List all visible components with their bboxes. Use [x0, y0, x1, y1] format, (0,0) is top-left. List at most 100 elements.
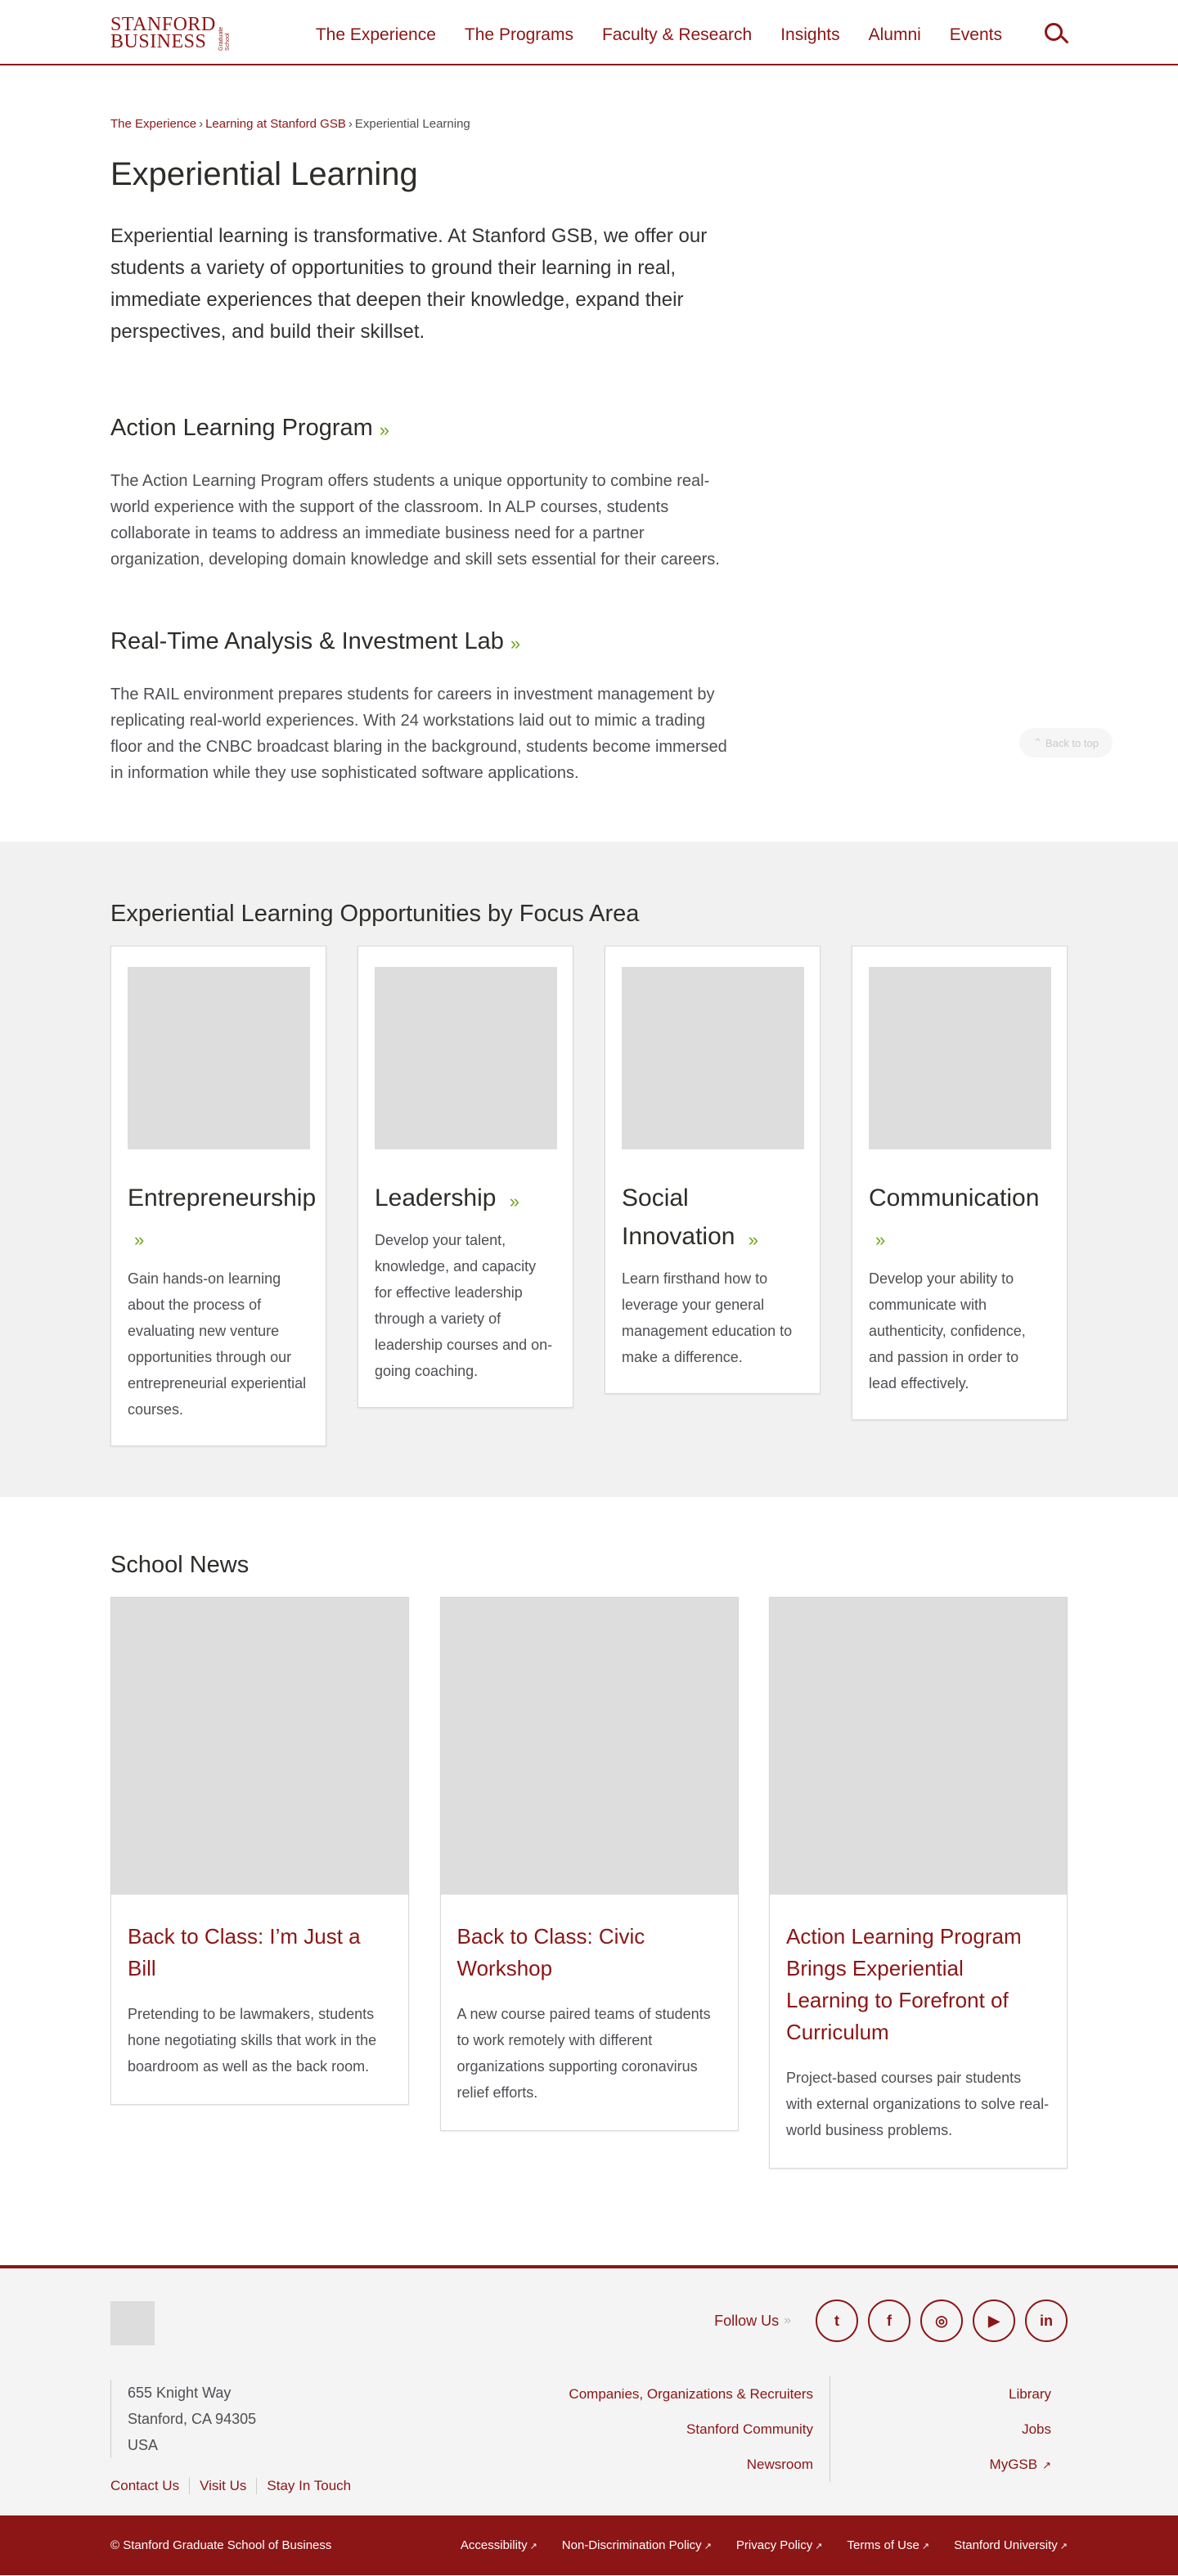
- site-footer: Follow Us » t f ◎ ▶ in 655 Knight Way St…: [0, 2265, 1178, 2515]
- card-title[interactable]: Social Innovation »: [622, 1179, 803, 1257]
- focus-area-section: Experiential Learning Opportunities by F…: [0, 842, 1178, 1497]
- card-title[interactable]: Communication »: [869, 1179, 1050, 1257]
- legal-link-non-discrimination[interactable]: Non-Discrimination Policy ↗: [562, 2538, 712, 2552]
- section-title: Real-Time Analysis & Investment Lab: [110, 628, 504, 654]
- footer-link-visit-us[interactable]: Visit Us: [189, 2478, 256, 2494]
- external-link-icon: ↗: [529, 2542, 537, 2551]
- focus-card-communication[interactable]: Communication » Develop your ability to …: [852, 946, 1068, 1420]
- news-summary: A new course paired teams of students to…: [456, 2006, 711, 2101]
- youtube-icon[interactable]: ▶: [973, 2300, 1015, 2342]
- card-title-text: Social Innovation: [622, 1185, 735, 1250]
- legal-link-terms-of-use[interactable]: Terms of Use ↗: [847, 2538, 929, 2552]
- follow-us-label: Follow Us: [714, 2312, 780, 2329]
- main-content: The Experience › Learning at Stanford GSB ›…: [0, 65, 1178, 786]
- section-heading-rail[interactable]: Real-Time Analysis & Investment Lab »: [110, 628, 1068, 655]
- page-lead: Experiential learning is transformative.…: [110, 225, 708, 343]
- bottom-bar: © Stanford Graduate School of Business A…: [0, 2515, 1178, 2575]
- legal-link-label: Accessibility: [460, 2538, 528, 2552]
- section-heading-action-learning[interactable]: Action Learning Program »: [110, 415, 1068, 442]
- breadcrumb: The Experience › Learning at Stanford GSB ›…: [110, 65, 1068, 131]
- nav-faculty-research[interactable]: Faculty & Research: [602, 25, 752, 45]
- news-image-placeholder: [770, 1598, 1067, 1895]
- news-card[interactable]: Back to Class: I’m Just a Bill Pretendin…: [110, 1597, 409, 2105]
- address-line: USA: [128, 2437, 159, 2453]
- address-line: Stanford, CA 94305: [128, 2411, 257, 2427]
- stanford-gsb-logo[interactable]: STANFORD BUSINESS Graduate School: [110, 15, 232, 52]
- focus-card-entrepreneurship[interactable]: Entrepreneurship » Gain hands-on learnin…: [110, 946, 326, 1446]
- legal-link-label: Privacy Policy: [735, 2538, 813, 2552]
- card-title[interactable]: Entrepreneurship »: [128, 1179, 316, 1257]
- focus-cards: Entrepreneurship » Gain hands-on learnin…: [110, 946, 1068, 1446]
- breadcrumb-the-experience[interactable]: The Experience: [110, 117, 196, 131]
- footer-link-stay-in-touch[interactable]: Stay In Touch: [256, 2478, 361, 2494]
- card-title-text: Communication: [869, 1185, 1040, 1212]
- nav-insights[interactable]: Insights: [780, 25, 839, 45]
- breadcrumb-learning-at-stanford-gsb[interactable]: Learning at Stanford GSB: [205, 117, 346, 131]
- instagram-icon[interactable]: ◎: [920, 2300, 963, 2342]
- news-summary: Project-based courses pair students with…: [786, 2070, 1050, 2138]
- legal-link-label: Non-Discrimination Policy: [561, 2538, 702, 2552]
- external-link-icon: ↗: [1059, 2542, 1068, 2551]
- nav-events[interactable]: Events: [950, 25, 1002, 45]
- footer-link-contact-us[interactable]: Contact Us: [110, 2478, 189, 2494]
- linkedin-icon[interactable]: in: [1025, 2300, 1068, 2342]
- focus-card-leadership[interactable]: Leadership » Develop your talent, knowle…: [357, 946, 573, 1408]
- chevron-right-icon: »: [134, 1230, 145, 1250]
- back-to-top-button[interactable]: ⌃ Back to top: [1019, 728, 1113, 758]
- external-link-icon: ↗: [815, 2542, 823, 2551]
- footer-link-companies[interactable]: Companies, Organizations & Recruiters: [569, 2386, 813, 2402]
- news-title-link[interactable]: Back to Class: Civic Workshop: [457, 1921, 722, 1985]
- footer-address: 655 Knight Way Stanford, CA 94305 USA: [110, 2380, 256, 2458]
- breadcrumb-separator: ›: [199, 117, 204, 131]
- news-image-placeholder: [111, 1598, 408, 1895]
- nav-the-experience[interactable]: The Experience: [316, 25, 436, 45]
- nav-the-programs[interactable]: The Programs: [465, 25, 573, 45]
- news-image-placeholder: [440, 1598, 738, 1895]
- facebook-icon[interactable]: f: [868, 2300, 910, 2342]
- news-summary: Pretending to be lawmakers, students hon…: [128, 2006, 377, 2075]
- news-title-link[interactable]: Action Learning Program Brings Experient…: [786, 1921, 1050, 2048]
- legal-link-privacy-policy[interactable]: Privacy Policy ↗: [736, 2538, 823, 2552]
- footer-link-mygsb[interactable]: MyGSB ↗: [990, 2457, 1051, 2472]
- card-text: Learn firsthand how to leverage your gen…: [622, 1270, 793, 1365]
- site-header: STANFORD BUSINESS Graduate School The Ex…: [0, 0, 1178, 65]
- chevron-up-icon: ⌃: [1033, 736, 1042, 749]
- news-card[interactable]: Back to Class: Civic Workshop A new cour…: [439, 1597, 739, 2131]
- footer-link-library[interactable]: Library: [1009, 2386, 1051, 2402]
- logo-wordmark: STANFORD BUSINESS: [110, 15, 216, 52]
- footer-link-jobs[interactable]: Jobs: [1022, 2421, 1051, 2437]
- chevron-right-icon: »: [784, 2313, 791, 2327]
- footer-link-mygsb-label: MyGSB: [989, 2457, 1038, 2472]
- address-line: 655 Knight Way: [128, 2385, 232, 2401]
- footer-link-stanford-community[interactable]: Stanford Community: [686, 2421, 813, 2437]
- focus-card-social-innovation[interactable]: Social Innovation » Learn firsthand how …: [605, 946, 821, 1394]
- footer-links-column-1: Companies, Organizations & Recruiters St…: [569, 2376, 830, 2482]
- chevron-right-icon: »: [509, 1191, 520, 1212]
- card-image-placeholder: [622, 967, 804, 1149]
- card-image-placeholder: [375, 967, 557, 1149]
- focus-area-title: Experiential Learning Opportunities by F…: [110, 901, 640, 927]
- page-title: Experiential Learning: [110, 156, 418, 192]
- news-card[interactable]: Action Learning Program Brings Experient…: [769, 1597, 1068, 2169]
- footer-links-column-2: Library Jobs MyGSB ↗: [990, 2376, 1051, 2483]
- footer-contact-links: Contact Us Visit Us Stay In Touch: [110, 2478, 361, 2494]
- breadcrumb-current: Experiential Learning: [354, 117, 470, 131]
- legal-link-accessibility[interactable]: Accessibility ↗: [461, 2538, 537, 2552]
- search-icon[interactable]: [1043, 23, 1069, 47]
- card-title[interactable]: Leadership »: [375, 1179, 556, 1219]
- external-link-icon: ↗: [704, 2542, 712, 2551]
- footer-link-newsroom[interactable]: Newsroom: [747, 2457, 813, 2472]
- legal-link-stanford-university[interactable]: Stanford University ↗: [954, 2538, 1068, 2552]
- nav-alumni[interactable]: Alumni: [869, 25, 921, 45]
- legal-links: Accessibility ↗ Non-Discrimination Policy…: [436, 2538, 1068, 2552]
- school-news-section: School News Back to Class: I’m Just a Bi…: [0, 1497, 1178, 2265]
- footer-logo-placeholder[interactable]: [110, 2301, 155, 2345]
- twitter-icon[interactable]: t: [816, 2300, 858, 2342]
- copyright: © Stanford Graduate School of Business: [110, 2538, 332, 2552]
- section-title: Action Learning Program: [110, 415, 373, 441]
- chevron-right-icon: »: [748, 1230, 759, 1250]
- chevron-right-icon: »: [875, 1230, 886, 1250]
- legal-link-label: Terms of Use: [847, 2538, 919, 2552]
- news-title-link[interactable]: Back to Class: I’m Just a Bill: [128, 1921, 392, 1985]
- logo-side-text: Graduate School: [218, 26, 231, 51]
